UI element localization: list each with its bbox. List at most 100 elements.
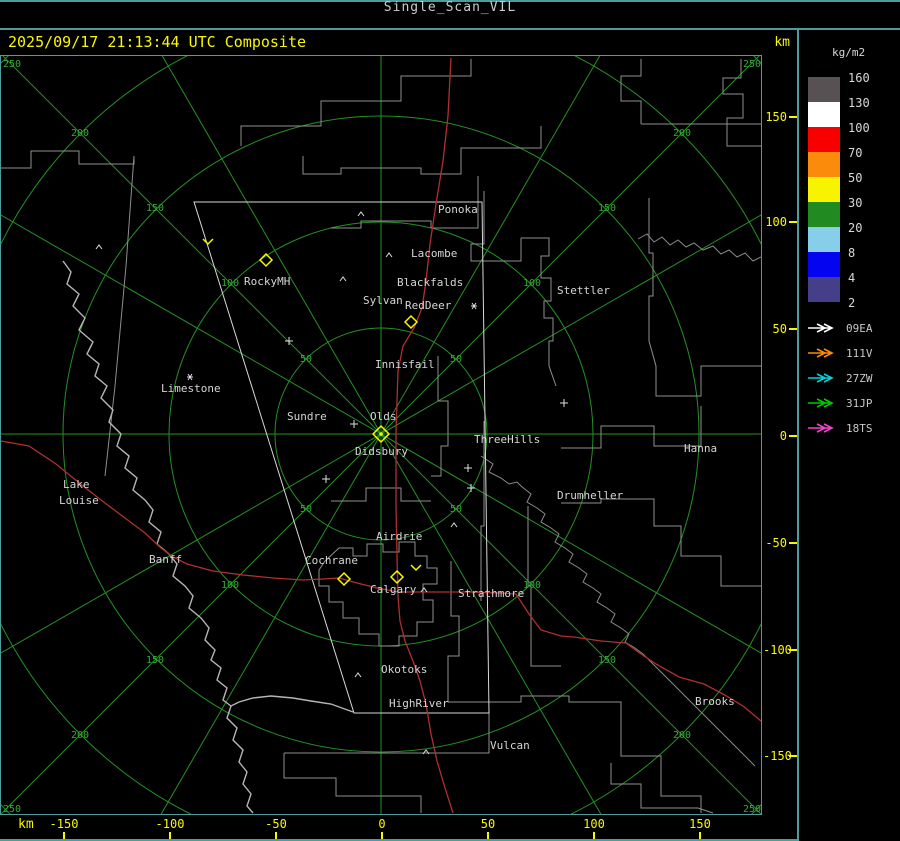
city-label: Airdrie bbox=[376, 530, 422, 543]
cross-marker bbox=[285, 337, 293, 345]
radar-viewer-window: Single_Scan_VIL 2025/09/17 21:13:44 UTC … bbox=[0, 0, 900, 841]
city-label: Sundre bbox=[287, 410, 327, 423]
ring-label: 50 bbox=[450, 354, 462, 365]
radar-map[interactable]: 50 50 50 50 100 100 100 100 150 150 150 … bbox=[1, 56, 761, 814]
city-labels: Ponoka Lacombe Blackfalds Sylvan RedDeer… bbox=[59, 203, 735, 752]
cross-marker bbox=[322, 475, 330, 483]
track-arrow-icon bbox=[808, 423, 834, 433]
peak-marker bbox=[354, 672, 362, 678]
city-label: Hanna bbox=[684, 442, 717, 455]
ring-label: 100 bbox=[221, 278, 239, 289]
city-label: Banff bbox=[149, 553, 182, 566]
ring-label: 250 bbox=[743, 59, 761, 70]
peak-marker bbox=[385, 252, 393, 258]
ring-label: 50 bbox=[450, 504, 462, 515]
axis-tick-label: 50 bbox=[480, 817, 496, 831]
axis-tick-label: -150 bbox=[763, 749, 792, 763]
colorbar-value: 4 bbox=[848, 271, 855, 285]
city-label: Blackfalds bbox=[397, 276, 463, 289]
peak-marker bbox=[450, 522, 458, 528]
axis-tick bbox=[789, 328, 797, 330]
city-label: Stettler bbox=[557, 284, 610, 297]
ring-label: 50 bbox=[300, 354, 312, 365]
axis-tick bbox=[699, 832, 701, 839]
ring-label: 200 bbox=[71, 730, 89, 741]
axis-tick bbox=[275, 832, 277, 839]
provincial-border bbox=[62, 260, 354, 814]
axis-tick bbox=[789, 435, 797, 437]
radar-map-viewport[interactable]: 50 50 50 50 100 100 100 100 150 150 150 … bbox=[0, 55, 762, 815]
city-label: Limestone bbox=[161, 382, 221, 395]
ring-label: 150 bbox=[598, 655, 616, 666]
axis-tick bbox=[63, 832, 65, 839]
city-label: Ponoka bbox=[438, 203, 478, 216]
axis-tick bbox=[169, 832, 171, 839]
axis-tick-label: 0 bbox=[378, 817, 386, 831]
scan-timestamp: 2025/09/17 21:13:44 UTC Composite bbox=[8, 33, 307, 51]
city-label: HighRiver bbox=[389, 697, 449, 710]
colorbar: 160 130 100 70 50 30 20 8 4 2 bbox=[808, 71, 870, 310]
ring-label: 100 bbox=[221, 580, 239, 591]
ring-label: 150 bbox=[598, 203, 616, 214]
city-label: Calgary bbox=[370, 583, 417, 596]
city-label: Okotoks bbox=[381, 663, 427, 676]
axis-tick-label: 50 bbox=[772, 322, 787, 336]
track-id: 111V bbox=[846, 347, 873, 360]
colorbar-swatch bbox=[808, 227, 840, 252]
colorbar-swatch bbox=[808, 252, 840, 277]
city-label: Brooks bbox=[695, 695, 735, 708]
ring-label: 50 bbox=[300, 504, 312, 515]
colorbar-swatch bbox=[808, 127, 840, 152]
city-label: Olds bbox=[370, 410, 397, 423]
axis-tick bbox=[381, 832, 383, 839]
ring-label: 150 bbox=[146, 655, 164, 666]
axis-tick-label: 100 bbox=[765, 215, 787, 229]
cross-marker bbox=[350, 420, 358, 428]
legend-graphics: kg/m2 160 130 100 70 50 30 20 8 4 2 09EA… bbox=[808, 46, 873, 435]
title-separator-line bbox=[0, 28, 900, 30]
track-arrow-icon bbox=[808, 398, 834, 408]
axis-tick-label: 0 bbox=[779, 429, 787, 443]
city-label: Strathmore bbox=[458, 587, 524, 600]
colorbar-swatch bbox=[808, 102, 840, 127]
city-label: Drumheller bbox=[557, 489, 624, 502]
ring-label: 250 bbox=[3, 59, 21, 70]
colorbar-swatch bbox=[808, 277, 840, 302]
city-label: RockyMH bbox=[244, 275, 290, 288]
cross-marker bbox=[560, 399, 568, 407]
track-id: 18TS bbox=[846, 422, 873, 435]
asterisk-marker bbox=[187, 373, 193, 381]
track-arrow-icon bbox=[808, 373, 834, 383]
axis-tick-label: 150 bbox=[689, 817, 711, 831]
right-axis-unit: km bbox=[774, 35, 790, 50]
colorbar-value: 160 bbox=[848, 71, 870, 85]
city-label: ThreeHills bbox=[474, 433, 540, 446]
peak-marker bbox=[339, 276, 347, 282]
colorbar-value: 30 bbox=[848, 196, 862, 210]
axis-tick-label: -150 bbox=[49, 817, 79, 831]
colorbar-swatch bbox=[808, 152, 840, 177]
track-arrow-icon bbox=[808, 348, 834, 358]
axis-tick bbox=[789, 116, 797, 118]
track-id: 09EA bbox=[846, 322, 873, 335]
cross-marker bbox=[464, 464, 472, 472]
ring-label: 200 bbox=[71, 128, 89, 139]
axis-tick-label: 150 bbox=[765, 110, 787, 124]
ring-label: 250 bbox=[3, 804, 21, 814]
chevron-marker-icon bbox=[202, 238, 214, 246]
axis-tick-label: -100 bbox=[155, 817, 185, 831]
colorbar-swatch bbox=[808, 202, 840, 227]
ring-label: 200 bbox=[673, 730, 691, 741]
colorbar-value: 50 bbox=[848, 171, 862, 185]
track-id: 27ZW bbox=[846, 372, 873, 385]
window-title: Single_Scan_VIL bbox=[383, 0, 517, 15]
axis-tick bbox=[789, 755, 797, 757]
track-arrow-icon bbox=[808, 323, 834, 333]
axis-tick bbox=[789, 221, 797, 223]
colorbar-swatch bbox=[808, 177, 840, 202]
axis-tick-label: 100 bbox=[583, 817, 605, 831]
ring-label: 150 bbox=[146, 203, 164, 214]
axis-tick-label: -50 bbox=[265, 817, 287, 831]
ring-label: 250 bbox=[743, 804, 761, 814]
colorbar-unit: kg/m2 bbox=[832, 46, 865, 59]
